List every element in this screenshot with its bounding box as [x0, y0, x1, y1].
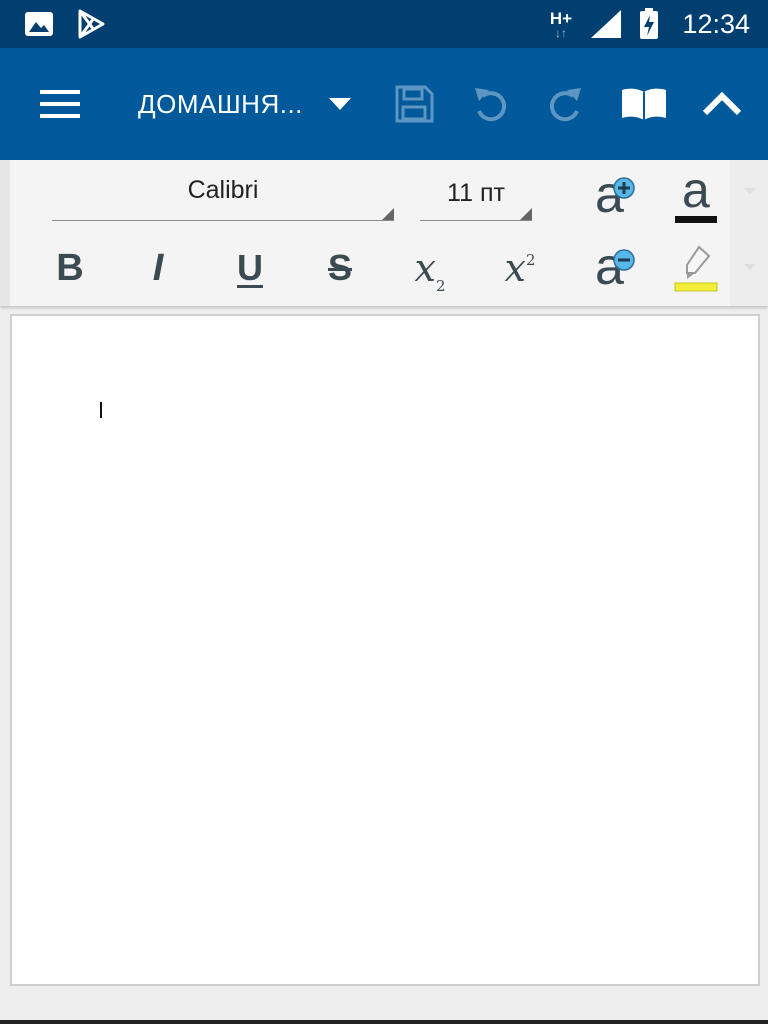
formatting-ribbon: Calibri 11 пт a a B I U S x2 x2 a: [0, 160, 768, 306]
network-type-label: H+: [549, 8, 573, 28]
shrink-font-button[interactable]: a: [578, 236, 642, 300]
tab-title: ДОМАШНЯ...: [138, 88, 303, 119]
signal-icon: [588, 0, 624, 48]
redo-icon[interactable]: [542, 48, 590, 160]
superscript-icon: x2: [504, 246, 536, 290]
battery-charging-icon: [636, 0, 662, 48]
bold-icon: B: [56, 246, 84, 289]
font-name-value: Calibri: [187, 175, 259, 204]
app-toolbar: ДОМАШНЯ...: [0, 48, 768, 160]
subscript-icon: x2: [414, 246, 446, 295]
bold-button[interactable]: B: [38, 236, 102, 300]
superscript-button[interactable]: x2: [488, 236, 552, 300]
clock: 12:34: [682, 9, 750, 39]
text-cursor: [100, 402, 102, 418]
italic-icon: I: [152, 246, 164, 289]
dropdown-arrow-icon: [328, 98, 351, 110]
bottom-divider: [0, 1020, 768, 1024]
ribbon-left-edge: [0, 160, 10, 306]
highlight-button[interactable]: [664, 236, 728, 300]
underline-icon: U: [237, 247, 263, 288]
font-size-dropdown[interactable]: 11 пт: [420, 166, 532, 221]
network-arrows-icon: H+ ↓↑: [549, 8, 573, 40]
italic-button[interactable]: I: [126, 236, 190, 300]
save-icon[interactable]: [390, 48, 438, 160]
document-page[interactable]: [10, 314, 760, 986]
strikethrough-button[interactable]: S: [308, 236, 372, 300]
grow-font-button[interactable]: a: [578, 164, 642, 228]
collapse-icon[interactable]: [696, 48, 748, 160]
tab-selector[interactable]: ДОМАШНЯ...: [138, 48, 370, 160]
shrink-font-icon: a: [585, 238, 635, 296]
underline-button[interactable]: U: [218, 236, 282, 300]
font-color-button[interactable]: a: [664, 162, 728, 228]
font-name-dropdown[interactable]: Calibri: [52, 160, 394, 221]
font-color-icon: a: [673, 162, 719, 223]
highlighter-icon: [673, 243, 719, 293]
menu-icon[interactable]: [30, 48, 90, 160]
status-bar: H+ ↓↑ 12:34: [0, 0, 768, 48]
read-mode-icon[interactable]: [616, 48, 672, 160]
font-size-value: 11 пт: [447, 178, 505, 207]
subscript-button[interactable]: x2: [398, 236, 462, 300]
grow-font-icon: a: [585, 166, 635, 224]
undo-icon[interactable]: [466, 48, 514, 160]
strikethrough-icon: S: [327, 247, 352, 288]
play-store-icon: [74, 0, 108, 48]
ribbon-scroll-area: [730, 160, 768, 306]
image-icon: [22, 0, 56, 48]
